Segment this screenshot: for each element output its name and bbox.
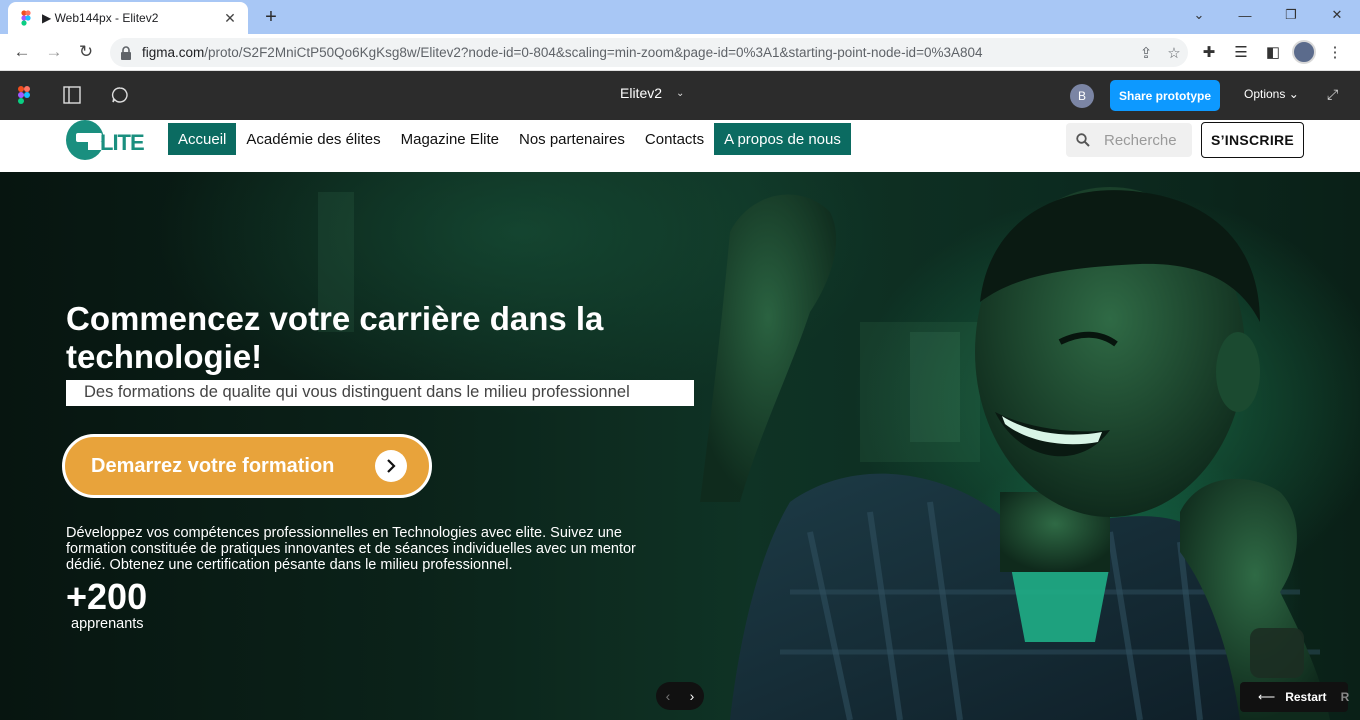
previous-frame-icon[interactable]: ‹ <box>666 688 671 704</box>
next-frame-icon[interactable]: › <box>690 688 695 704</box>
search-box <box>1066 123 1194 157</box>
signup-button[interactable]: S’INSCRIRE <box>1201 122 1304 158</box>
figma-favicon-icon <box>18 10 34 26</box>
nav-item-a-propos[interactable]: A propos de nous <box>714 123 851 155</box>
watch <box>1250 628 1304 678</box>
user-avatar[interactable]: B <box>1070 84 1094 108</box>
close-window-icon[interactable]: ✕ <box>1314 0 1360 30</box>
cta-label: Demarrez votre formation <box>91 454 335 477</box>
browser-menu-icon[interactable]: ⋮ <box>1322 39 1348 65</box>
browser-tab-bar: ▶ Web144px - Elitev2 ✕ + ⌄ — ❐ ✕ <box>0 0 1360 34</box>
new-tab-button[interactable]: + <box>260 6 282 28</box>
fullscreen-expand-icon[interactable]: ⤢ <box>1327 86 1338 103</box>
sidebar-toggle-icon[interactable] <box>60 83 84 107</box>
main-nav: Accueil Académie des élites Magazine Eli… <box>168 123 851 155</box>
restart-label: Restart <box>1285 690 1327 704</box>
hero-title: Commencez votre carrière dans la technol… <box>66 300 604 375</box>
restart-arrow-icon: ⟵ <box>1258 690 1276 704</box>
elite-logo[interactable]: LITE <box>64 120 158 160</box>
minimize-icon[interactable]: — <box>1222 0 1268 30</box>
window-controls: ⌄ — ❐ ✕ <box>1176 0 1360 30</box>
search-icon <box>1076 133 1090 147</box>
options-menu-button[interactable]: Options ⌄ <box>1244 87 1299 101</box>
chevron-right-icon <box>375 450 407 482</box>
comment-icon[interactable] <box>108 83 132 107</box>
extension-icons: ✚ ☰ ◧ ⋮ <box>1196 39 1348 65</box>
logo-e-mark <box>66 120 104 160</box>
hero-section: Commencez votre carrière dans la technol… <box>0 172 1360 720</box>
browser-tab[interactable]: ▶ Web144px - Elitev2 ✕ <box>8 2 248 34</box>
share-prototype-button[interactable]: Share prototype <box>1110 80 1220 111</box>
file-title: Elitev2 <box>620 85 663 101</box>
close-tab-icon[interactable]: ✕ <box>222 10 238 27</box>
figma-toolbar: Elitev2 ⌄ B Share prototype Options ⌄ ⤢ <box>0 71 1360 120</box>
prototype-navigation: ‹ › <box>656 682 704 710</box>
restart-button[interactable]: ⟵ Restart R <box>1240 682 1350 712</box>
media-queue-icon[interactable]: ☰ <box>1228 39 1254 65</box>
hero-description: Développez vos compétences professionnel… <box>66 525 636 573</box>
share-page-icon[interactable]: ⇪ <box>1132 39 1160 67</box>
nav-item-contacts[interactable]: Contacts <box>635 123 714 155</box>
tab-title: ▶ Web144px - Elitev2 <box>42 11 159 25</box>
tab-search-icon[interactable]: ⌄ <box>1176 0 1222 30</box>
search-input[interactable] <box>1104 131 1194 149</box>
url-text: figma.com/proto/S2F2MniCtP50Qo6KgKsg8w/E… <box>142 45 983 60</box>
restore-window-icon[interactable]: ❐ <box>1268 0 1314 30</box>
browser-address-bar: ← → ↻ figma.com/proto/S2F2MniCtP50Qo6KgK… <box>0 34 1360 71</box>
nav-item-partenaires[interactable]: Nos partenaires <box>509 123 635 155</box>
bookmark-star-icon[interactable]: ☆ <box>1160 39 1188 67</box>
reload-icon[interactable]: ↻ <box>74 40 98 64</box>
start-training-button[interactable]: Demarrez votre formation <box>62 434 432 498</box>
chevron-down-icon: ⌄ <box>676 87 685 99</box>
learners-label: apprenants <box>71 616 144 632</box>
learners-count: +200 <box>66 576 148 617</box>
lock-icon <box>120 45 132 60</box>
nav-item-magazine[interactable]: Magazine Elite <box>391 123 509 155</box>
hero-person-illustration <box>700 187 1330 720</box>
forward-arrow-icon[interactable]: → <box>42 40 66 64</box>
side-panel-icon[interactable]: ◧ <box>1260 39 1286 65</box>
nav-item-accueil[interactable]: Accueil <box>168 123 237 155</box>
profile-avatar[interactable] <box>1292 40 1316 64</box>
restart-shortcut-key: R <box>1340 690 1350 704</box>
file-title-dropdown[interactable]: Elitev2 ⌄ <box>620 85 684 101</box>
figma-logo-icon[interactable] <box>18 86 30 104</box>
logo-text: LITE <box>100 130 145 155</box>
extensions-puzzle-icon[interactable]: ✚ <box>1196 39 1222 65</box>
site-header: LITE Accueil Académie des élites Magazin… <box>0 120 1360 172</box>
hero-subtitle: Des formations de qualite qui vous disti… <box>66 380 694 406</box>
url-bar[interactable]: figma.com/proto/S2F2MniCtP50Qo6KgKsg8w/E… <box>110 38 1188 67</box>
nav-item-academie[interactable]: Académie des élites <box>236 123 390 155</box>
back-arrow-icon[interactable]: ← <box>10 40 34 64</box>
